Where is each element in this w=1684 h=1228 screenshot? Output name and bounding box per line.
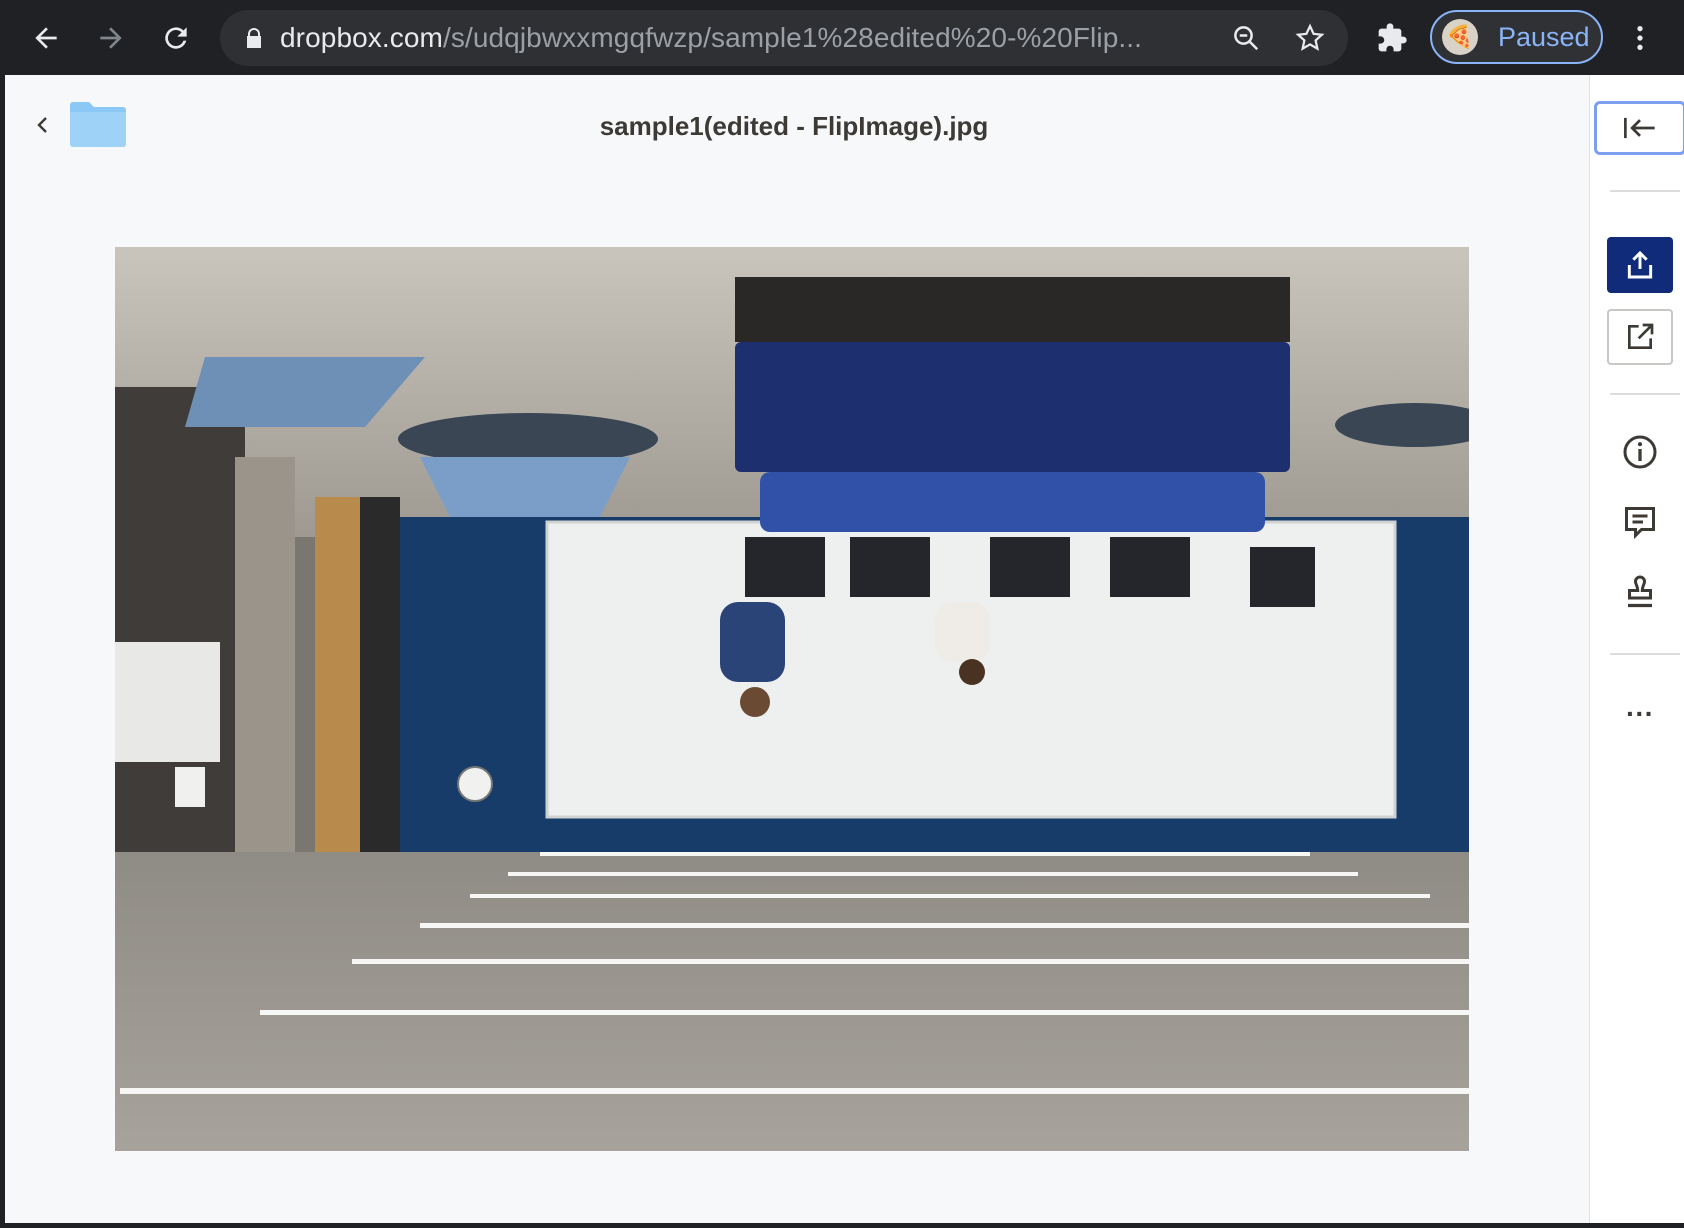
preview-photo bbox=[115, 247, 1469, 1151]
divider bbox=[1610, 653, 1680, 655]
browser-toolbar: dropbox.com/s/udqjbwxxmgqfwzp/sample1%28… bbox=[0, 0, 1684, 75]
file-preview-page: sample1(edited - FlipImage).jpg ··· bbox=[5, 75, 1684, 1223]
profile-chip[interactable]: 🍕 Paused bbox=[1430, 10, 1603, 64]
file-title: sample1(edited - FlipImage).jpg bbox=[599, 111, 989, 141]
stamp-icon[interactable] bbox=[1617, 569, 1663, 615]
zoom-icon[interactable] bbox=[1230, 22, 1262, 54]
browser-menu-kebab-icon[interactable] bbox=[1614, 12, 1666, 64]
bookmark-star-icon[interactable] bbox=[1294, 22, 1326, 54]
share-button[interactable] bbox=[1607, 237, 1673, 293]
image-preview bbox=[115, 247, 1469, 1151]
back-arrow-icon[interactable] bbox=[20, 12, 72, 64]
extensions-puzzle-icon[interactable] bbox=[1366, 12, 1418, 64]
info-icon[interactable] bbox=[1617, 429, 1663, 475]
side-panel: ··· bbox=[1589, 75, 1684, 1223]
divider bbox=[1610, 190, 1680, 192]
url-path: /s/udqjbwxxmgqfwzp/sample1%28edited%20-%… bbox=[442, 22, 1143, 53]
more-options-icon[interactable]: ··· bbox=[1617, 691, 1663, 737]
open-external-icon bbox=[1628, 323, 1654, 349]
url-host: dropbox.com bbox=[280, 22, 443, 53]
comment-icon[interactable] bbox=[1617, 499, 1663, 545]
address-bar[interactable]: dropbox.com/s/udqjbwxxmgqfwzp/sample1%28… bbox=[220, 10, 1348, 66]
reload-icon[interactable] bbox=[150, 12, 202, 64]
forward-arrow-icon[interactable] bbox=[85, 12, 137, 64]
avatar: 🍕 bbox=[1442, 19, 1478, 55]
url-text: dropbox.com/s/udqjbwxxmgqfwzp/sample1%28… bbox=[280, 22, 1200, 54]
collapse-panel-icon[interactable] bbox=[1594, 101, 1684, 155]
profile-status: Paused bbox=[1498, 21, 1590, 52]
lock-icon bbox=[247, 28, 261, 48]
divider bbox=[1610, 393, 1680, 395]
open-external-button[interactable] bbox=[1607, 309, 1673, 365]
share-upload-icon bbox=[1627, 250, 1653, 279]
